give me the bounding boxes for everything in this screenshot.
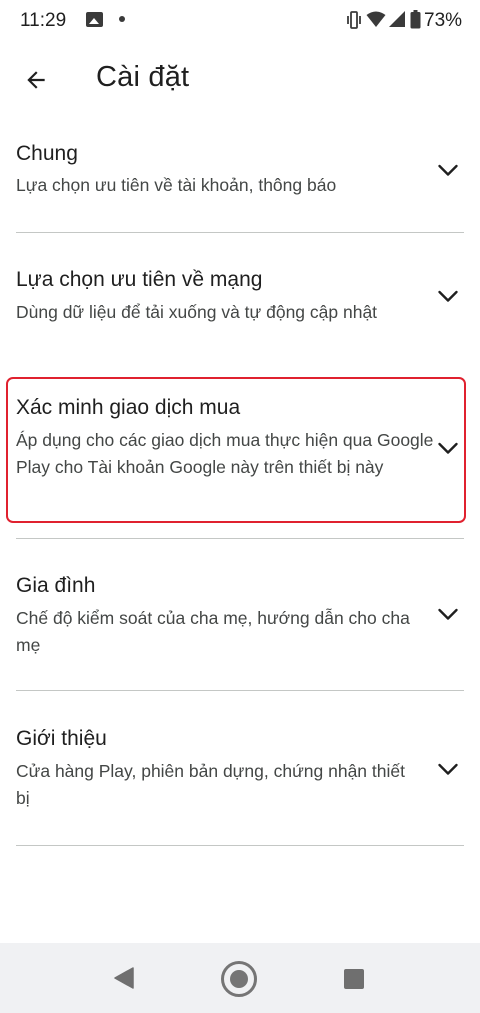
back-button[interactable] bbox=[14, 58, 58, 102]
nav-recents-icon[interactable] bbox=[344, 969, 364, 989]
image-icon bbox=[86, 12, 103, 27]
vibrate-icon bbox=[347, 11, 361, 29]
nav-back-icon[interactable] bbox=[114, 967, 134, 989]
setting-item-general[interactable]: Chung Lựa chọn ưu tiên về tài khoản, thô… bbox=[0, 120, 480, 232]
status-bar: 11:29 73% bbox=[0, 0, 480, 40]
status-time: 11:29 bbox=[20, 10, 67, 31]
setting-subtitle: Dùng dữ liệu để tải xuống và tự động cập… bbox=[16, 302, 378, 322]
chevron-down-icon[interactable] bbox=[436, 158, 460, 182]
setting-title: Chung bbox=[16, 142, 78, 165]
battery-percentage: 73% bbox=[424, 10, 463, 31]
setting-item-about[interactable]: Giới thiệu Cửa hàng Play, phiên bản dựng… bbox=[0, 691, 480, 845]
setting-item-network[interactable]: Lựa chọn ưu tiên về mạng Dùng dữ liệu để… bbox=[0, 233, 480, 357]
highlight-box bbox=[6, 377, 466, 523]
battery-icon bbox=[410, 10, 421, 29]
chevron-down-icon[interactable] bbox=[436, 602, 460, 626]
chevron-down-icon[interactable] bbox=[436, 284, 460, 308]
signal-icon bbox=[389, 11, 405, 27]
setting-title: Lựa chọn ưu tiên về mạng bbox=[16, 268, 263, 291]
chevron-down-icon[interactable] bbox=[436, 757, 460, 781]
divider bbox=[16, 845, 464, 846]
setting-item-family[interactable]: Gia đình Chế độ kiểm soát của cha mẹ, hư… bbox=[0, 539, 480, 689]
app-bar: Cài đặt bbox=[0, 40, 480, 120]
page-title: Cài đặt bbox=[96, 61, 190, 93]
setting-subtitle: Cửa hàng Play, phiên bản dựng, chứng nhậ… bbox=[16, 761, 405, 808]
wifi-icon bbox=[366, 11, 386, 27]
setting-subtitle: Chế độ kiểm soát của cha mẹ, hướng dẫn c… bbox=[16, 608, 410, 655]
arrow-back-icon bbox=[27, 71, 45, 89]
setting-title: Giới thiệu bbox=[16, 727, 107, 750]
dot-icon bbox=[119, 16, 125, 22]
setting-title: Gia đình bbox=[16, 574, 96, 597]
nav-home-icon[interactable] bbox=[221, 961, 257, 997]
navigation-bar bbox=[0, 943, 480, 1013]
screen: 11:29 73% Cài đặt Chung Lựa chọn ưu tiên… bbox=[0, 0, 480, 1013]
setting-subtitle: Lựa chọn ưu tiên về tài khoản, thông báo bbox=[16, 175, 337, 195]
